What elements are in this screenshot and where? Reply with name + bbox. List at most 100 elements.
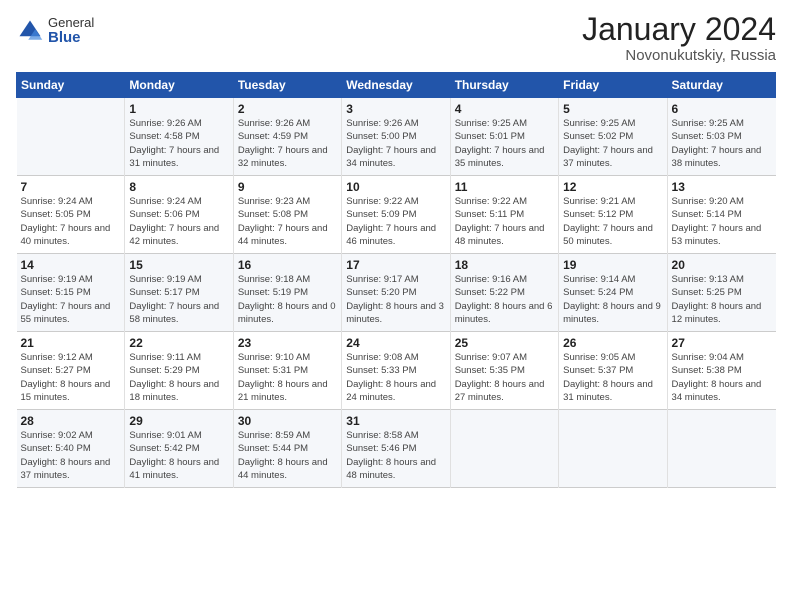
calendar-cell: 21Sunrise: 9:12 AMSunset: 5:27 PMDayligh… [17,332,125,410]
day-number: 31 [346,414,445,428]
calendar-cell [667,410,775,488]
col-header-saturday: Saturday [667,73,775,98]
day-number: 26 [563,336,662,350]
calendar-table: SundayMondayTuesdayWednesdayThursdayFrid… [16,72,776,488]
calendar-cell: 22Sunrise: 9:11 AMSunset: 5:29 PMDayligh… [125,332,233,410]
calendar-cell: 30Sunrise: 8:59 AMSunset: 5:44 PMDayligh… [233,410,341,488]
day-number: 15 [129,258,228,272]
day-number: 4 [455,102,554,116]
calendar-cell: 17Sunrise: 9:17 AMSunset: 5:20 PMDayligh… [342,254,450,332]
logo-general-label: General [48,16,94,30]
calendar-cell: 16Sunrise: 9:18 AMSunset: 5:19 PMDayligh… [233,254,341,332]
cell-sun-info: Sunrise: 9:02 AMSunset: 5:40 PMDaylight:… [21,429,121,482]
calendar-cell: 12Sunrise: 9:21 AMSunset: 5:12 PMDayligh… [559,176,667,254]
calendar-cell: 4Sunrise: 9:25 AMSunset: 5:01 PMDaylight… [450,98,558,176]
cell-sun-info: Sunrise: 8:59 AMSunset: 5:44 PMDaylight:… [238,429,337,482]
day-number: 20 [672,258,772,272]
header: General Blue January 2024 Novonukutskiy,… [16,12,776,64]
calendar-week-row: 28Sunrise: 9:02 AMSunset: 5:40 PMDayligh… [17,410,776,488]
calendar-cell: 15Sunrise: 9:19 AMSunset: 5:17 PMDayligh… [125,254,233,332]
day-number: 3 [346,102,445,116]
calendar-cell: 20Sunrise: 9:13 AMSunset: 5:25 PMDayligh… [667,254,775,332]
calendar-cell: 18Sunrise: 9:16 AMSunset: 5:22 PMDayligh… [450,254,558,332]
calendar-cell: 24Sunrise: 9:08 AMSunset: 5:33 PMDayligh… [342,332,450,410]
calendar-week-row: 21Sunrise: 9:12 AMSunset: 5:27 PMDayligh… [17,332,776,410]
calendar-cell: 1Sunrise: 9:26 AMSunset: 4:58 PMDaylight… [125,98,233,176]
calendar-cell [17,98,125,176]
cell-sun-info: Sunrise: 9:22 AMSunset: 5:11 PMDaylight:… [455,195,554,248]
day-number: 9 [238,180,337,194]
col-header-thursday: Thursday [450,73,558,98]
cell-sun-info: Sunrise: 9:24 AMSunset: 5:05 PMDaylight:… [21,195,121,248]
calendar-cell: 2Sunrise: 9:26 AMSunset: 4:59 PMDaylight… [233,98,341,176]
logo-icon [16,17,44,45]
cell-sun-info: Sunrise: 9:18 AMSunset: 5:19 PMDaylight:… [238,273,337,326]
calendar-page: General Blue January 2024 Novonukutskiy,… [0,0,792,612]
day-number: 7 [21,180,121,194]
logo-blue-label: Blue [48,30,94,47]
day-number: 12 [563,180,662,194]
calendar-cell: 10Sunrise: 9:22 AMSunset: 5:09 PMDayligh… [342,176,450,254]
cell-sun-info: Sunrise: 9:04 AMSunset: 5:38 PMDaylight:… [672,351,772,404]
day-number: 8 [129,180,228,194]
day-number: 1 [129,102,228,116]
calendar-cell: 7Sunrise: 9:24 AMSunset: 5:05 PMDaylight… [17,176,125,254]
calendar-cell: 14Sunrise: 9:19 AMSunset: 5:15 PMDayligh… [17,254,125,332]
day-number: 21 [21,336,121,350]
calendar-cell: 28Sunrise: 9:02 AMSunset: 5:40 PMDayligh… [17,410,125,488]
calendar-cell: 9Sunrise: 9:23 AMSunset: 5:08 PMDaylight… [233,176,341,254]
cell-sun-info: Sunrise: 9:26 AMSunset: 4:59 PMDaylight:… [238,117,337,170]
cell-sun-info: Sunrise: 9:07 AMSunset: 5:35 PMDaylight:… [455,351,554,404]
calendar-cell: 3Sunrise: 9:26 AMSunset: 5:00 PMDaylight… [342,98,450,176]
calendar-cell: 13Sunrise: 9:20 AMSunset: 5:14 PMDayligh… [667,176,775,254]
day-number: 10 [346,180,445,194]
day-number: 2 [238,102,337,116]
cell-sun-info: Sunrise: 9:11 AMSunset: 5:29 PMDaylight:… [129,351,228,404]
cell-sun-info: Sunrise: 9:25 AMSunset: 5:03 PMDaylight:… [672,117,772,170]
cell-sun-info: Sunrise: 9:01 AMSunset: 5:42 PMDaylight:… [129,429,228,482]
title-area: January 2024 Novonukutskiy, Russia [582,12,776,64]
cell-sun-info: Sunrise: 9:24 AMSunset: 5:06 PMDaylight:… [129,195,228,248]
cell-sun-info: Sunrise: 9:22 AMSunset: 5:09 PMDaylight:… [346,195,445,248]
day-number: 22 [129,336,228,350]
day-number: 24 [346,336,445,350]
calendar-cell: 11Sunrise: 9:22 AMSunset: 5:11 PMDayligh… [450,176,558,254]
calendar-cell: 27Sunrise: 9:04 AMSunset: 5:38 PMDayligh… [667,332,775,410]
day-number: 16 [238,258,337,272]
day-number: 25 [455,336,554,350]
cell-sun-info: Sunrise: 9:23 AMSunset: 5:08 PMDaylight:… [238,195,337,248]
day-number: 14 [21,258,121,272]
day-number: 30 [238,414,337,428]
cell-sun-info: Sunrise: 9:20 AMSunset: 5:14 PMDaylight:… [672,195,772,248]
cell-sun-info: Sunrise: 9:05 AMSunset: 5:37 PMDaylight:… [563,351,662,404]
cell-sun-info: Sunrise: 9:25 AMSunset: 5:02 PMDaylight:… [563,117,662,170]
location-label: Novonukutskiy, Russia [582,47,776,64]
calendar-cell: 29Sunrise: 9:01 AMSunset: 5:42 PMDayligh… [125,410,233,488]
calendar-cell [559,410,667,488]
col-header-tuesday: Tuesday [233,73,341,98]
day-number: 5 [563,102,662,116]
cell-sun-info: Sunrise: 9:14 AMSunset: 5:24 PMDaylight:… [563,273,662,326]
day-number: 6 [672,102,772,116]
day-number: 23 [238,336,337,350]
calendar-week-row: 7Sunrise: 9:24 AMSunset: 5:05 PMDaylight… [17,176,776,254]
calendar-cell: 6Sunrise: 9:25 AMSunset: 5:03 PMDaylight… [667,98,775,176]
calendar-cell: 8Sunrise: 9:24 AMSunset: 5:06 PMDaylight… [125,176,233,254]
day-number: 18 [455,258,554,272]
day-number: 19 [563,258,662,272]
logo: General Blue [16,16,94,47]
col-header-monday: Monday [125,73,233,98]
month-year-title: January 2024 [582,12,776,47]
cell-sun-info: Sunrise: 9:25 AMSunset: 5:01 PMDaylight:… [455,117,554,170]
calendar-cell: 5Sunrise: 9:25 AMSunset: 5:02 PMDaylight… [559,98,667,176]
calendar-cell: 26Sunrise: 9:05 AMSunset: 5:37 PMDayligh… [559,332,667,410]
calendar-cell: 25Sunrise: 9:07 AMSunset: 5:35 PMDayligh… [450,332,558,410]
calendar-week-row: 1Sunrise: 9:26 AMSunset: 4:58 PMDaylight… [17,98,776,176]
header-row: SundayMondayTuesdayWednesdayThursdayFrid… [17,73,776,98]
day-number: 27 [672,336,772,350]
cell-sun-info: Sunrise: 9:12 AMSunset: 5:27 PMDaylight:… [21,351,121,404]
cell-sun-info: Sunrise: 9:08 AMSunset: 5:33 PMDaylight:… [346,351,445,404]
cell-sun-info: Sunrise: 9:10 AMSunset: 5:31 PMDaylight:… [238,351,337,404]
cell-sun-info: Sunrise: 9:26 AMSunset: 4:58 PMDaylight:… [129,117,228,170]
logo-text: General Blue [48,16,94,47]
